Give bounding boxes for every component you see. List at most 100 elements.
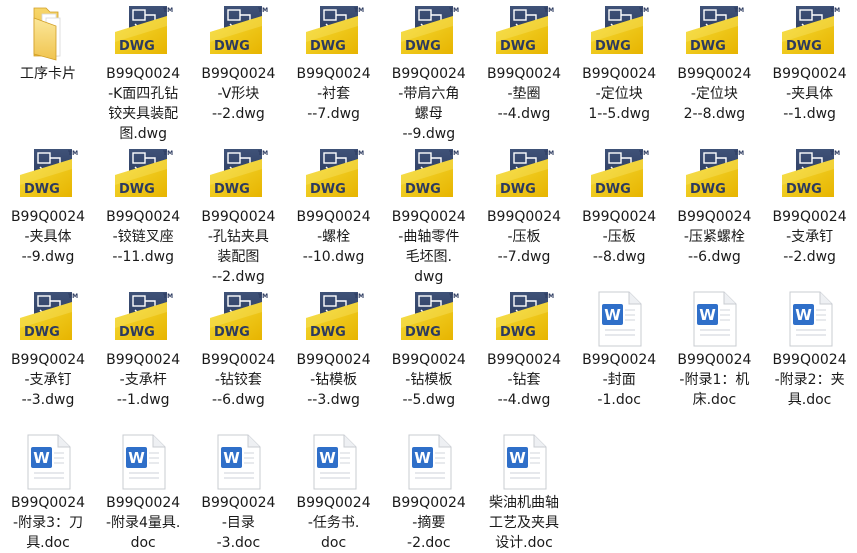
dwg-file-item[interactable]: DWG TM B99Q0024 -压紧螺栓 --6.dwg [668, 147, 760, 267]
dwg-badge-text: DWG [786, 182, 822, 197]
dwg-file-item[interactable]: DWG TM B99Q0024 -钻铰套 --6.dwg [192, 290, 284, 410]
svg-text:TM: TM [734, 150, 744, 157]
doc-file-item[interactable]: W B99Q0024 -目录 -3.doc [192, 433, 284, 553]
dwg-file-item[interactable]: DWG TM B99Q0024 -V形块 --2.dwg [192, 4, 284, 124]
dwg-file-icon: DWG TM [496, 6, 554, 54]
folder-file-item[interactable]: 工序卡片 [2, 4, 94, 84]
doc-file-item[interactable]: W 柴油机曲轴 工艺及夹具 设计.doc [478, 433, 570, 553]
doc-file-item[interactable]: W B99Q0024 -附录1：机 床.doc [668, 290, 760, 410]
svg-text:TM: TM [449, 7, 459, 14]
file-name-line: B99Q0024 [391, 495, 466, 511]
dwg-file-item[interactable]: DWG TM B99Q0024 -钻模板 --5.dwg [383, 290, 475, 410]
file-name-line: -支承杆 [119, 372, 167, 388]
dwg-file-item[interactable]: DWG TM B99Q0024 -垫圈 --4.dwg [478, 4, 570, 124]
file-name-line: -附录1：机 [679, 372, 750, 388]
dwg-file-item[interactable]: DWG TM B99Q0024 -支承钉 --2.dwg [764, 147, 856, 267]
dwg-file-item[interactable]: DWG TM B99Q0024 -K面四孔钻 铰夹具装配 图.dwg [97, 4, 189, 144]
file-name-line: B99Q0024 [391, 352, 466, 368]
file-name-line: -支承钉 [24, 372, 72, 388]
file-name-line: -曲轴零件 [398, 229, 460, 245]
file-name-line: B99Q0024 [201, 352, 276, 368]
file-name-line: -钻模板 [405, 372, 453, 388]
doc-file-item[interactable]: W B99Q0024 -附录3：刀 具.doc [2, 433, 94, 553]
file-name-line: B99Q0024 [582, 66, 657, 82]
word-doc-icon: W [789, 291, 833, 347]
svg-text:TM: TM [163, 293, 173, 300]
file-name-label: B99Q0024 -附录1：机 床.doc [668, 350, 760, 410]
file-name-line: --7.dwg [497, 249, 551, 265]
file-name-label: B99Q0024 -压板 --8.dwg [573, 207, 665, 267]
dwg-file-icon: DWG TM [305, 292, 364, 340]
dwg-file-icon: DWG TM [20, 149, 78, 197]
svg-text:TM: TM [734, 7, 744, 14]
file-name-line: 装配图 [217, 249, 260, 265]
file-name-label: B99Q0024 -支承杆 --1.dwg [97, 350, 189, 410]
word-letter: W [509, 449, 526, 467]
dwg-icon: DWG TM [16, 147, 80, 205]
file-name-line: B99Q0024 [582, 209, 657, 225]
doc-file-item[interactable]: W B99Q0024 -任务书. doc [288, 433, 380, 553]
doc-file-item[interactable]: W B99Q0024 -附录2：夹 具.doc [764, 290, 856, 410]
file-name-label: 柴油机曲轴 工艺及夹具 设计.doc [478, 493, 570, 553]
svg-text:TM: TM [449, 150, 459, 157]
file-name-line: -任务书. [307, 515, 360, 531]
dwg-file-icon: DWG TM [115, 6, 173, 54]
folder-icon [16, 4, 80, 62]
dwg-file-item[interactable]: DWG TM B99Q0024 -曲轴零件 毛坯图. dwg [383, 147, 475, 287]
file-name-line: B99Q0024 [677, 66, 752, 82]
file-name-line: B99Q0024 [10, 352, 86, 368]
file-name-line: 2--8.dwg [683, 106, 746, 122]
dwg-badge-text: DWG [119, 39, 155, 54]
file-name-line: B99Q0024 [296, 495, 371, 511]
file-name-line: -垫圈 [507, 86, 541, 102]
dwg-file-item[interactable]: DWG TM B99Q0024 -定位块 2--8.dwg [668, 4, 760, 124]
file-name-line: -衬套 [317, 86, 351, 102]
file-name-line: B99Q0024 [106, 352, 181, 368]
dwg-file-item[interactable]: DWG TM B99Q0024 -夹具体 --1.dwg [764, 4, 856, 124]
dwg-file-icon: DWG TM [781, 6, 840, 54]
file-name-line: 螺母 [414, 106, 443, 122]
dwg-file-icon: DWG TM [115, 149, 173, 197]
word-letter: W [414, 449, 431, 467]
doc-file-item[interactable]: W B99Q0024 -摘要 -2.doc [383, 433, 475, 553]
dwg-file-item[interactable]: DWG TM B99Q0024 -支承杆 --1.dwg [97, 290, 189, 410]
dwg-file-item[interactable]: DWG TM B99Q0024 -夹具体 --9.dwg [2, 147, 94, 267]
svg-text:TM: TM [830, 150, 840, 157]
dwg-file-icon: DWG TM [20, 292, 78, 340]
file-name-label: B99Q0024 -封面 -1.doc [573, 350, 665, 410]
file-name-label: B99Q0024 -压紧螺栓 --6.dwg [668, 207, 760, 267]
dwg-file-item[interactable]: DWG TM B99Q0024 -钻套 --4.dwg [478, 290, 570, 410]
dwg-file-item[interactable]: DWG TM B99Q0024 -衬套 --7.dwg [288, 4, 380, 124]
doc-file-item[interactable]: W B99Q0024 -封面 -1.doc [573, 290, 665, 410]
dwg-file-item[interactable]: DWG TM B99Q0024 -定位块 1--5.dwg [573, 4, 665, 124]
dwg-badge-text: DWG [310, 325, 346, 340]
dwg-file-item[interactable]: DWG TM B99Q0024 -钻模板 --3.dwg [288, 290, 380, 410]
file-name-line: -目录 [221, 515, 255, 531]
file-name-line: B99Q0024 [201, 209, 276, 225]
doc-icon: W [587, 290, 651, 348]
file-name-line: B99Q0024 [677, 209, 752, 225]
dwg-file-item[interactable]: DWG TM B99Q0024 -螺栓 --10.dwg [288, 147, 380, 267]
dwg-file-item[interactable]: DWG TM B99Q0024 -带肩六角 螺母 --9.dwg [383, 4, 475, 144]
svg-text:TM: TM [639, 150, 649, 157]
dwg-icon: DWG TM [397, 290, 461, 348]
dwg-file-item[interactable]: DWG TM B99Q0024 -压板 --7.dwg [478, 147, 570, 267]
file-name-label: B99Q0024 -钻铰套 --6.dwg [192, 350, 284, 410]
file-name-line: B99Q0024 [677, 352, 752, 368]
dwg-file-item[interactable]: DWG TM B99Q0024 -压板 --8.dwg [573, 147, 665, 267]
dwg-badge-text: DWG [595, 182, 631, 197]
file-name-line: -K面四孔钻 [108, 86, 179, 102]
doc-file-item[interactable]: W B99Q0024 -附录4量具. doc [97, 433, 189, 553]
file-name-label: B99Q0024 -衬套 --7.dwg [288, 64, 380, 124]
file-name-line: -附录2：夹 [774, 372, 845, 388]
dwg-file-item[interactable]: DWG TM B99Q0024 -支承钉 --3.dwg [2, 290, 94, 410]
dwg-icon: DWG TM [492, 4, 556, 62]
file-name-line: B99Q0024 [772, 209, 847, 225]
dwg-file-item[interactable]: DWG TM B99Q0024 -孔钻夹具 装配图 --2.dwg [192, 147, 284, 287]
dwg-file-icon: DWG TM [400, 149, 459, 197]
dwg-badge-text: DWG [24, 325, 60, 340]
dwg-file-item[interactable]: DWG TM B99Q0024 -铰链叉座 --11.dwg [97, 147, 189, 267]
dwg-icon: DWG TM [111, 4, 175, 62]
file-name-line: 图.dwg [119, 126, 168, 142]
file-name-line: -钻铰套 [214, 372, 262, 388]
